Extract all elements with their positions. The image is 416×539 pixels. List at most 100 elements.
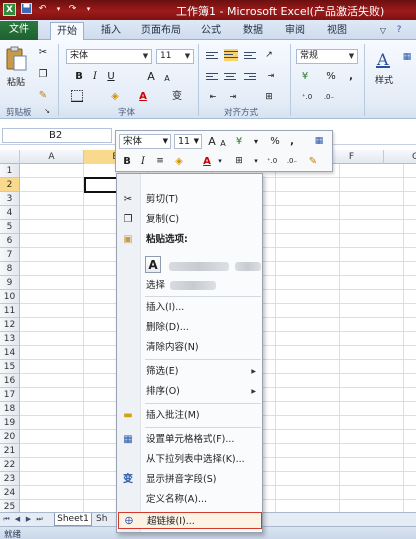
- wrap-text-icon[interactable]: ⇥: [264, 69, 278, 83]
- mini-font-name-combo[interactable]: 宋体 ▼: [119, 134, 171, 149]
- undo-icon[interactable]: ↶: [36, 3, 49, 16]
- row-header-4[interactable]: 4: [0, 206, 20, 220]
- dropdown-icon[interactable]: ▾: [52, 3, 65, 16]
- prev-sheet-icon[interactable]: ◀: [13, 514, 22, 525]
- row-header-12[interactable]: 12: [0, 318, 20, 332]
- row-header-6[interactable]: 6: [0, 234, 20, 248]
- cut-icon[interactable]: ✂: [36, 46, 50, 60]
- mini-italic-button[interactable]: I: [137, 154, 149, 169]
- row-header-19[interactable]: 19: [0, 416, 20, 430]
- menu-item-define-name[interactable]: 定义名称(A)...: [118, 491, 262, 508]
- sheet-tab-sheet2[interactable]: Sh: [94, 513, 118, 526]
- paste-option-keep-formatting[interactable]: A: [145, 256, 161, 273]
- row-header-1[interactable]: 1: [0, 164, 20, 178]
- decrease-font-button[interactable]: A: [160, 72, 174, 86]
- align-top-icon[interactable]: [206, 50, 218, 60]
- currency-icon[interactable]: ¥: [298, 70, 312, 84]
- menu-item-clear-contents[interactable]: 清除内容(N): [118, 339, 262, 356]
- tab-file[interactable]: 文件: [0, 21, 38, 40]
- mini-fill-color-icon[interactable]: ◈: [172, 154, 186, 169]
- styles-button[interactable]: A 样式: [370, 48, 398, 92]
- increase-indent-icon[interactable]: ⇥: [226, 90, 240, 104]
- row-header-22[interactable]: 22: [0, 458, 20, 472]
- row-header-21[interactable]: 21: [0, 444, 20, 458]
- decrease-decimal-icon[interactable]: .0₋: [322, 90, 336, 104]
- mini-currency-icon[interactable]: ¥: [232, 134, 246, 149]
- sheet-tab-sheet1[interactable]: Sheet1: [54, 513, 92, 526]
- row-header-24[interactable]: 24: [0, 486, 20, 500]
- save-icon[interactable]: [20, 3, 33, 16]
- increase-font-button[interactable]: A: [144, 70, 158, 84]
- row-header-25[interactable]: 25: [0, 500, 20, 512]
- menu-item-insert-comment[interactable]: ▬ 插入批注(M): [118, 407, 262, 424]
- next-sheet-icon[interactable]: ▶: [24, 514, 33, 525]
- menu-item-show-phonetic[interactable]: 变 显示拼音字段(S): [118, 471, 262, 488]
- number-format-combo[interactable]: 常规 ▼: [296, 49, 358, 64]
- mini-font-color-icon[interactable]: A: [200, 154, 214, 169]
- row-header-17[interactable]: 17: [0, 388, 20, 402]
- align-middle-icon[interactable]: [224, 49, 238, 61]
- mini-increase-font-button[interactable]: A: [206, 134, 218, 149]
- tab-formulas[interactable]: 公式: [196, 22, 226, 40]
- phonetic-button[interactable]: 变: [170, 90, 184, 104]
- menu-item-paste-special[interactable]: 选择: [118, 277, 262, 294]
- redo-icon[interactable]: ↷: [66, 3, 79, 16]
- menu-item-cut[interactable]: ✂ 剪切(T): [118, 191, 262, 208]
- name-box[interactable]: B2: [2, 128, 112, 143]
- mini-increase-decimal-icon[interactable]: ⁺.0: [264, 154, 280, 169]
- copy-icon[interactable]: ❐: [36, 68, 50, 82]
- column-header-a[interactable]: A: [20, 150, 84, 164]
- column-header-g[interactable]: G: [384, 150, 416, 164]
- help-question-icon[interactable]: ?: [392, 22, 406, 40]
- font-color-icon[interactable]: A: [136, 90, 150, 104]
- font-name-combo[interactable]: 宋体 ▼: [66, 49, 152, 64]
- help-icon[interactable]: ▽: [376, 22, 390, 40]
- menu-item-delete[interactable]: 删除(D)...: [118, 319, 262, 336]
- select-all-corner[interactable]: [0, 150, 20, 164]
- increase-decimal-icon[interactable]: ⁺.0: [300, 90, 314, 104]
- mini-percent-button[interactable]: %: [268, 134, 282, 149]
- row-header-7[interactable]: 7: [0, 248, 20, 262]
- customize-quick-access-icon[interactable]: ▾: [82, 3, 95, 16]
- excel-app-icon[interactable]: X: [3, 3, 16, 16]
- font-size-combo[interactable]: 11 ▼: [156, 49, 194, 64]
- tab-page-layout[interactable]: 页面布局: [136, 22, 186, 40]
- menu-item-filter[interactable]: 筛选(E) ▶: [118, 363, 262, 380]
- orientation-icon[interactable]: ↗: [262, 48, 276, 62]
- menu-item-sort[interactable]: 排序(O) ▶: [118, 383, 262, 400]
- row-header-3[interactable]: 3: [0, 192, 20, 206]
- tab-data[interactable]: 数据: [238, 22, 268, 40]
- menu-item-format-cells[interactable]: ▦ 设置单元格格式(F)...: [118, 431, 262, 448]
- mini-format-icon[interactable]: ▦: [312, 134, 326, 149]
- row-header-2[interactable]: 2: [0, 178, 20, 192]
- chevron-down-icon[interactable]: ▾: [216, 154, 224, 169]
- insert-cells-icon[interactable]: ▦: [400, 50, 414, 64]
- menu-item-copy[interactable]: ❐ 复制(C): [118, 211, 262, 228]
- underline-button[interactable]: U: [104, 70, 118, 84]
- decrease-indent-icon[interactable]: ⇤: [206, 90, 220, 104]
- row-header-14[interactable]: 14: [0, 346, 20, 360]
- merge-center-icon[interactable]: ⊞: [262, 90, 276, 104]
- row-header-20[interactable]: 20: [0, 430, 20, 444]
- row-header-15[interactable]: 15: [0, 360, 20, 374]
- align-center-icon[interactable]: [224, 71, 236, 81]
- tab-view[interactable]: 视图: [322, 22, 352, 40]
- row-header-10[interactable]: 10: [0, 290, 20, 304]
- mini-decrease-decimal-icon[interactable]: .0₋: [284, 154, 300, 169]
- menu-item-insert[interactable]: 插入(I)...: [118, 299, 262, 316]
- mini-align-center-icon[interactable]: ≡: [154, 154, 166, 169]
- fill-color-icon[interactable]: ◈: [108, 90, 122, 104]
- menu-item-pick-from-list[interactable]: 从下拉列表中选择(K)...: [118, 451, 262, 468]
- tab-insert[interactable]: 插入: [96, 22, 126, 40]
- mini-decrease-font-button[interactable]: A: [218, 136, 228, 151]
- clipboard-launcher-icon[interactable]: ↘: [40, 104, 54, 118]
- align-left-icon[interactable]: [206, 71, 218, 81]
- align-bottom-icon[interactable]: [244, 50, 256, 60]
- align-right-icon[interactable]: [244, 71, 256, 81]
- last-sheet-icon[interactable]: ⏭: [35, 514, 44, 525]
- mini-comma-button[interactable]: ,: [286, 134, 298, 149]
- row-header-18[interactable]: 18: [0, 402, 20, 416]
- row-header-13[interactable]: 13: [0, 332, 20, 346]
- row-header-8[interactable]: 8: [0, 262, 20, 276]
- row-header-5[interactable]: 5: [0, 220, 20, 234]
